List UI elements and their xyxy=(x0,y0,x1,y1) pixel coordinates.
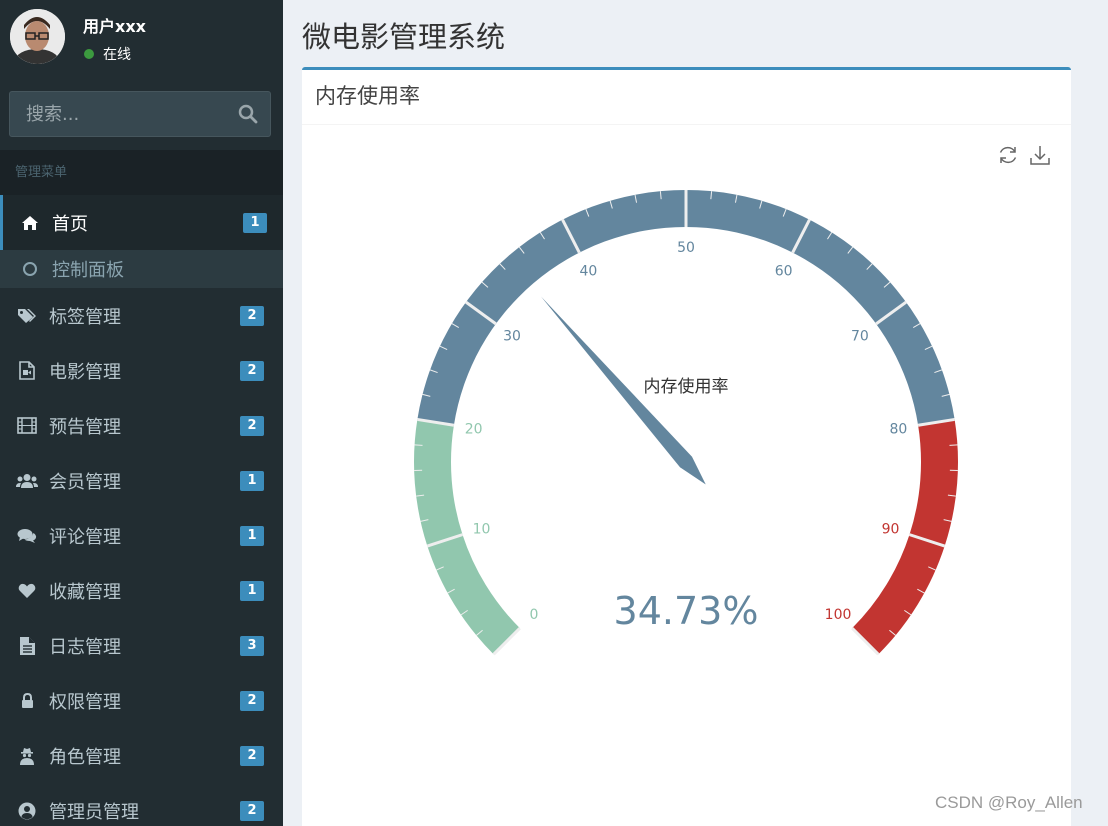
watermark: CSDN @Roy_Allen xyxy=(935,793,1083,812)
gauge-tick-label: 80 xyxy=(889,421,907,437)
gauge-tick-label: 10 xyxy=(473,521,491,537)
gauge-tick-label: 30 xyxy=(503,329,521,345)
gauge-tick-label: 100 xyxy=(825,607,852,623)
gauge-tick-label: 20 xyxy=(465,421,483,437)
gauge-tick xyxy=(414,444,423,446)
gauge-band-0 xyxy=(414,419,520,655)
gauge-tick-label: 40 xyxy=(579,263,597,279)
gauge-tick-label: 0 xyxy=(530,607,539,623)
gauge-band-2 xyxy=(852,419,959,655)
gauge-tick-label: 50 xyxy=(677,240,695,256)
gauge-tick-label: 60 xyxy=(775,263,793,279)
gauge-title: 内存使用率 xyxy=(644,376,729,397)
gauge-value-label: 34.73% xyxy=(614,589,759,633)
gauge-tick-label: 70 xyxy=(851,329,869,345)
memory-gauge-chart: 0 10 20 30 40 50 60 70 80 90 100 内存使用率 34.73% xyxy=(414,189,959,656)
gauge-tick-label: 90 xyxy=(882,521,900,537)
gauge-tick xyxy=(949,444,958,446)
